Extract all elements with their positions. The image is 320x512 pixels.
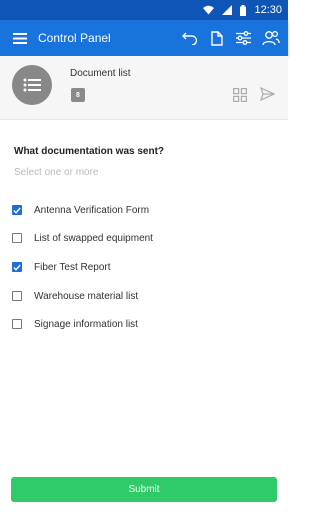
app-title: Control Panel (38, 31, 111, 45)
option-label: List of swapped equipment (34, 232, 153, 244)
document-list-header: Document list 8 (0, 56, 288, 120)
clock: 12:30 (254, 4, 282, 16)
option-signage-information-list[interactable]: Signage information list (12, 315, 138, 333)
checkbox-checked[interactable] (12, 262, 22, 272)
status-bar: 12:30 (0, 0, 288, 20)
send-icon[interactable] (259, 86, 276, 106)
people-icon[interactable] (257, 20, 284, 56)
count-badge: 8 (71, 88, 85, 102)
checkbox-unchecked[interactable] (12, 233, 22, 243)
wifi-icon (203, 5, 215, 15)
menu-icon[interactable] (2, 20, 38, 56)
signal-icon (222, 5, 233, 15)
sliders-icon[interactable] (230, 20, 257, 56)
option-label: Fiber Test Report (34, 261, 111, 273)
checkbox-unchecked[interactable] (12, 319, 22, 329)
document-icon[interactable] (203, 20, 230, 56)
battery-icon (240, 4, 247, 16)
question-label: What documentation was sent? (14, 146, 165, 157)
app-bar: Control Panel (0, 20, 288, 56)
option-warehouse-material-list[interactable]: Warehouse material list (12, 287, 138, 305)
option-label: Warehouse material list (34, 290, 139, 302)
option-label: Signage information list (34, 318, 138, 330)
undo-icon[interactable] (176, 20, 203, 56)
option-fiber-test-report[interactable]: Fiber Test Report (12, 258, 111, 276)
checkbox-unchecked[interactable] (12, 291, 22, 301)
submit-button[interactable]: Submit (11, 477, 277, 502)
list-icon (12, 65, 52, 105)
document-list-title: Document list (70, 68, 131, 79)
option-list-of-swapped-equipment[interactable]: List of swapped equipment (12, 229, 153, 247)
option-label: Antenna Verification Form (34, 204, 150, 216)
grid-icon[interactable] (233, 88, 247, 107)
option-antenna-verification-form[interactable]: Antenna Verification Form (12, 201, 149, 219)
hint-text: Select one or more (14, 167, 99, 178)
checkbox-checked[interactable] (12, 205, 22, 215)
